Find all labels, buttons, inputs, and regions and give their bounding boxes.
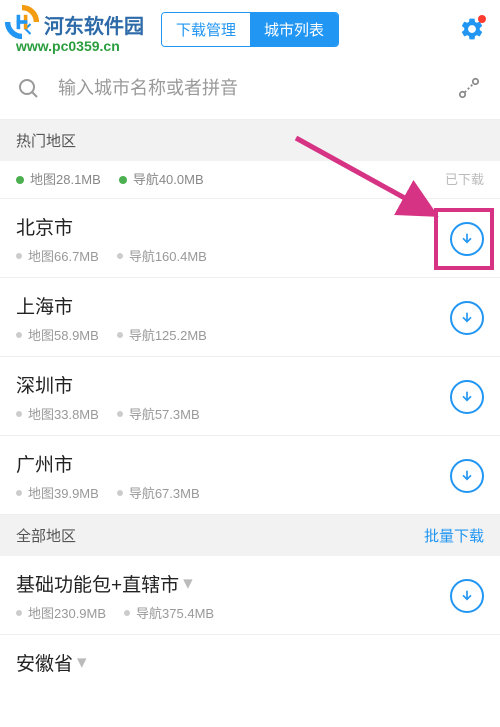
city-name: 深圳市 <box>16 371 450 398</box>
meta-nav: 导航57.3MB <box>117 404 200 423</box>
section-all-header: 全部地区 批量下载 <box>0 515 500 556</box>
settings-icon[interactable] <box>456 13 488 45</box>
meta-map: 地图230.9MB <box>16 603 106 622</box>
meta-map: 地图33.8MB <box>16 404 99 423</box>
city-row-shenzhen[interactable]: 深圳市 地图33.8MB 导航57.3MB <box>0 357 500 436</box>
download-button[interactable] <box>450 579 484 613</box>
section-all-title: 全部地区 <box>16 525 76 546</box>
meta-map: 地图28.1MB <box>16 169 101 188</box>
header-tabs: 下载管理 城市列表 <box>161 12 339 47</box>
meta-map: 地图39.9MB <box>16 483 99 502</box>
section-hot-title: 热门地区 <box>16 130 76 151</box>
download-button[interactable] <box>450 459 484 493</box>
caret-down-icon: ▾ <box>183 572 193 595</box>
notification-dot <box>478 15 486 23</box>
route-icon[interactable] <box>456 75 484 103</box>
city-name: 广州市 <box>16 450 450 477</box>
search-icon <box>16 76 42 102</box>
batch-download-link[interactable]: 批量下载 <box>424 525 484 546</box>
city-name: 北京市 <box>16 213 450 240</box>
search-bar <box>0 58 500 120</box>
city-name: 上海市 <box>16 292 450 319</box>
download-button[interactable] <box>450 301 484 335</box>
city-row-guangzhou[interactable]: 广州市 地图39.9MB 导航67.3MB <box>0 436 500 515</box>
download-button[interactable] <box>450 222 484 256</box>
all-row-anhui[interactable]: 安徽省▾ <box>0 635 500 686</box>
meta-nav: 导航375.4MB <box>124 603 214 622</box>
tab-download-manage[interactable]: 下载管理 <box>162 13 250 46</box>
item-name: 安徽省▾ <box>16 649 484 676</box>
tab-city-list[interactable]: 城市列表 <box>250 13 338 46</box>
section-hot-header: 热门地区 <box>0 120 500 161</box>
all-row-base[interactable]: 基础功能包+直辖市▾ 地图230.9MB 导航375.4MB <box>0 556 500 635</box>
app-header: 下载管理 城市列表 <box>0 0 500 58</box>
status-downloaded: 已下载 <box>445 169 484 188</box>
download-button[interactable] <box>450 380 484 414</box>
partial-downloaded-row: 地图28.1MB 导航40.0MB 已下载 <box>0 161 500 199</box>
city-row-beijing[interactable]: 北京市 地图66.7MB 导航160.4MB <box>0 199 500 278</box>
item-name: 基础功能包+直辖市▾ <box>16 570 450 597</box>
meta-map: 地图66.7MB <box>16 246 99 265</box>
search-input[interactable] <box>58 78 448 99</box>
meta-nav: 导航125.2MB <box>117 325 207 344</box>
caret-down-icon: ▾ <box>77 651 87 674</box>
meta-nav: 导航160.4MB <box>117 246 207 265</box>
meta-nav: 导航40.0MB <box>119 169 204 188</box>
meta-map: 地图58.9MB <box>16 325 99 344</box>
back-icon[interactable] <box>12 13 44 45</box>
meta-nav: 导航67.3MB <box>117 483 200 502</box>
city-row-shanghai[interactable]: 上海市 地图58.9MB 导航125.2MB <box>0 278 500 357</box>
